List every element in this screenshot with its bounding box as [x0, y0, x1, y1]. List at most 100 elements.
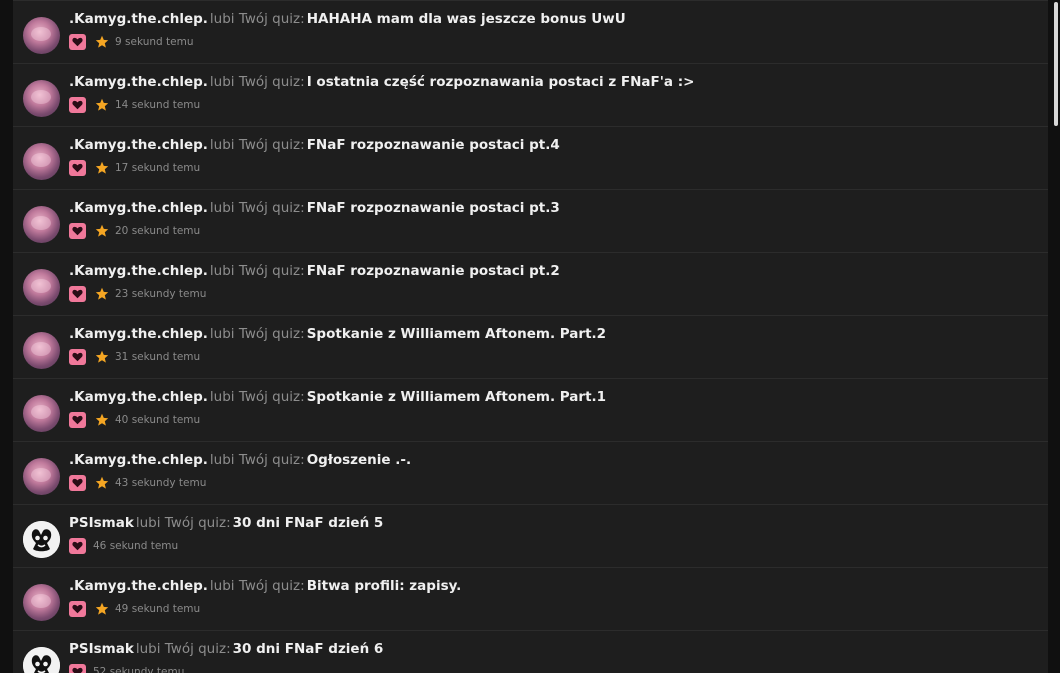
username-link[interactable]: .Kamyg.the.chlep.: [69, 200, 208, 216]
avatar[interactable]: [23, 521, 60, 558]
notification-item[interactable]: .Kamyg.the.chlep. lubi Twój quiz: FNaF roz…: [13, 252, 1048, 314]
quiz-title-link[interactable]: Bitwa profili: zapisy.: [307, 578, 462, 594]
notification-item[interactable]: .Kamyg.the.chlep. lubi Twój quiz: FNaF roz…: [13, 189, 1048, 251]
action-text: lubi Twój quiz:: [135, 641, 231, 657]
notification-meta: 31 sekund temu: [69, 349, 200, 365]
heart-icon: [69, 475, 86, 491]
notification-item[interactable]: PSIsmak lubi Twój quiz: 30 dni FNaF dzień …: [13, 630, 1048, 673]
action-text: lubi Twój quiz:: [209, 326, 305, 342]
quiz-title-link[interactable]: Ogłoszenie .-.: [307, 452, 411, 468]
avatar[interactable]: [23, 332, 60, 369]
notification-meta: 9 sekund temu: [69, 34, 193, 50]
avatar[interactable]: [23, 458, 60, 495]
notification-text: .Kamyg.the.chlep. lubi Twój quiz: Spotkani…: [69, 389, 606, 405]
quiz-title-link[interactable]: FNaF rozpoznawanie postaci pt.4: [307, 137, 560, 153]
notification-text: PSIsmak lubi Twój quiz: 30 dni FNaF dzień …: [69, 641, 383, 657]
notification-meta: 20 sekund temu: [69, 223, 200, 239]
notification-meta: 23 sekundy temu: [69, 286, 206, 302]
username-link[interactable]: PSIsmak: [69, 641, 134, 657]
avatar[interactable]: [23, 269, 60, 306]
notification-meta: 40 sekund temu: [69, 412, 200, 428]
star-icon: [94, 35, 109, 50]
quiz-title-link[interactable]: Spotkanie z Williamem Aftonem. Part.1: [307, 389, 606, 405]
timestamp: 49 sekund temu: [115, 603, 201, 615]
heart-icon: [69, 664, 86, 673]
username-link[interactable]: .Kamyg.the.chlep.: [69, 452, 208, 468]
notification-item[interactable]: .Kamyg.the.chlep. lubi Twój quiz: Spotkani…: [13, 378, 1048, 440]
username-link[interactable]: .Kamyg.the.chlep.: [69, 389, 208, 405]
notification-item[interactable]: .Kamyg.the.chlep. lubi Twój quiz: FNaF roz…: [13, 126, 1048, 188]
username-link[interactable]: .Kamyg.the.chlep.: [69, 578, 208, 594]
avatar[interactable]: [23, 17, 60, 54]
scrollbar-thumb[interactable]: [1054, 2, 1058, 126]
action-text: lubi Twój quiz:: [135, 515, 231, 531]
avatar[interactable]: [23, 584, 60, 621]
avatar[interactable]: [23, 80, 60, 117]
timestamp: 17 sekund temu: [115, 162, 201, 174]
heart-icon: [69, 97, 86, 113]
timestamp: 52 sekundy temu: [93, 666, 185, 673]
quiz-title-link[interactable]: 30 dni FNaF dzień 6: [233, 641, 384, 657]
timestamp: 46 sekund temu: [93, 540, 179, 552]
avatar[interactable]: [23, 395, 60, 432]
quiz-title-link[interactable]: FNaF rozpoznawanie postaci pt.3: [307, 200, 560, 216]
quiz-title-link[interactable]: FNaF rozpoznawanie postaci pt.2: [307, 263, 560, 279]
notification-meta: 17 sekund temu: [69, 160, 200, 176]
timestamp: 31 sekund temu: [115, 351, 201, 363]
quiz-title-link[interactable]: Spotkanie z Williamem Aftonem. Part.2: [307, 326, 606, 342]
star-icon: [94, 602, 109, 617]
quiz-title-link[interactable]: I ostatnia część rozpoznawania postaci z…: [307, 74, 695, 90]
notification-meta: 46 sekund temu: [69, 538, 178, 554]
heart-icon: [69, 538, 86, 554]
username-link[interactable]: .Kamyg.the.chlep.: [69, 326, 208, 342]
avatar[interactable]: [23, 206, 60, 243]
quiz-title-link[interactable]: 30 dni FNaF dzień 5: [233, 515, 384, 531]
notification-meta: 14 sekund temu: [69, 97, 200, 113]
heart-icon: [69, 160, 86, 176]
heart-icon: [69, 34, 86, 50]
notification-item[interactable]: .Kamyg.the.chlep. lubi Twój quiz: Bitwa pr…: [13, 567, 1048, 629]
heart-icon: [69, 412, 86, 428]
timestamp: 20 sekund temu: [115, 225, 201, 237]
star-icon: [94, 161, 109, 176]
heart-icon: [69, 286, 86, 302]
notification-text: .Kamyg.the.chlep. lubi Twój quiz: I ostatn…: [69, 74, 694, 90]
notification-item[interactable]: .Kamyg.the.chlep. lubi Twój quiz: Ogłoszen…: [13, 441, 1048, 503]
action-text: lubi Twój quiz:: [209, 389, 305, 405]
notification-item[interactable]: .Kamyg.the.chlep. lubi Twój quiz: HAHAHA m…: [13, 0, 1048, 62]
notification-text: PSIsmak lubi Twój quiz: 30 dni FNaF dzień …: [69, 515, 383, 531]
username-link[interactable]: .Kamyg.the.chlep.: [69, 74, 208, 90]
avatar[interactable]: [23, 647, 60, 673]
quiz-title-link[interactable]: HAHAHA mam dla was jeszcze bonus UwU: [307, 11, 626, 27]
notification-item[interactable]: PSIsmak lubi Twój quiz: 30 dni FNaF dzień …: [13, 504, 1048, 566]
notification-text: .Kamyg.the.chlep. lubi Twój quiz: Ogłoszen…: [69, 452, 411, 468]
username-link[interactable]: .Kamyg.the.chlep.: [69, 11, 208, 27]
heart-icon: [69, 223, 86, 239]
notification-text: .Kamyg.the.chlep. lubi Twój quiz: HAHAHA m…: [69, 11, 626, 27]
star-icon: [94, 350, 109, 365]
notification-text: .Kamyg.the.chlep. lubi Twój quiz: FNaF roz…: [69, 200, 560, 216]
notification-text: .Kamyg.the.chlep. lubi Twój quiz: Spotkani…: [69, 326, 606, 342]
notification-item[interactable]: .Kamyg.the.chlep. lubi Twój quiz: I ostatn…: [13, 63, 1048, 125]
username-link[interactable]: PSIsmak: [69, 515, 134, 531]
username-link[interactable]: .Kamyg.the.chlep.: [69, 137, 208, 153]
timestamp: 23 sekundy temu: [115, 288, 207, 300]
heart-icon: [69, 349, 86, 365]
star-icon: [94, 98, 109, 113]
avatar[interactable]: [23, 143, 60, 180]
notification-text: .Kamyg.the.chlep. lubi Twój quiz: FNaF roz…: [69, 263, 560, 279]
notification-meta: 49 sekund temu: [69, 601, 200, 617]
notification-feed: .Kamyg.the.chlep. lubi Twój quiz: HAHAHA m…: [13, 0, 1048, 673]
star-icon: [94, 413, 109, 428]
timestamp: 40 sekund temu: [115, 414, 201, 426]
notification-item[interactable]: .Kamyg.the.chlep. lubi Twój quiz: Spotkani…: [13, 315, 1048, 377]
notification-text: .Kamyg.the.chlep. lubi Twój quiz: Bitwa pr…: [69, 578, 461, 594]
action-text: lubi Twój quiz:: [209, 263, 305, 279]
action-text: lubi Twój quiz:: [209, 200, 305, 216]
star-icon: [94, 476, 109, 491]
action-text: lubi Twój quiz:: [209, 137, 305, 153]
scrollbar[interactable]: [1052, 0, 1060, 673]
action-text: lubi Twój quiz:: [209, 452, 305, 468]
timestamp: 43 sekundy temu: [115, 477, 207, 489]
username-link[interactable]: .Kamyg.the.chlep.: [69, 263, 208, 279]
